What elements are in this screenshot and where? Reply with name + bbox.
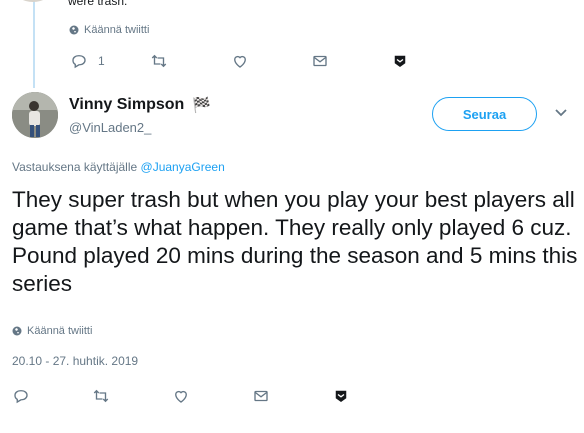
retweet-button[interactable] (92, 387, 172, 405)
retweet-icon (151, 54, 167, 68)
globe-icon (69, 25, 79, 35)
parent-message-button[interactable] (311, 52, 391, 70)
action-bar (12, 387, 350, 405)
follow-button[interactable]: Seuraa (432, 97, 537, 131)
author-name-row[interactable]: Vinny Simpson 🏁 (69, 96, 211, 114)
reply-button[interactable] (12, 387, 92, 405)
reply-target-link[interactable]: @JuanyaGreen (141, 160, 225, 174)
parent-translate-label: Käännä twiitti (84, 24, 150, 36)
translate-link[interactable]: Käännä twiitti (12, 325, 92, 337)
like-button[interactable] (172, 387, 252, 405)
globe-icon (12, 326, 22, 336)
parent-retweet-button[interactable] (150, 52, 231, 70)
parent-action-bar: 1 (70, 52, 409, 70)
share-icon (394, 55, 406, 67)
avatar-image (12, 92, 58, 138)
reply-icon (14, 390, 28, 404)
chevron-down-icon[interactable] (554, 108, 568, 118)
message-icon (313, 55, 327, 67)
avatar[interactable] (12, 92, 58, 138)
checkered-flag-icon: 🏁 (192, 97, 211, 114)
author-name: Vinny Simpson (69, 96, 185, 113)
like-icon (175, 390, 187, 403)
message-button[interactable] (252, 387, 332, 405)
tweet-text: They super trash but when you play your … (12, 187, 578, 296)
timestamp[interactable]: 20.10 - 27. huhtik. 2019 (12, 354, 138, 368)
author-handle[interactable]: @VinLaden2_ (69, 120, 151, 135)
parent-reply-button[interactable]: 1 (70, 52, 150, 70)
parent-tweet-text: were trash. (68, 0, 128, 8)
retweet-icon (93, 389, 109, 403)
parent-translate-link[interactable]: Käännä twiitti (69, 24, 149, 36)
thread-line (33, 0, 35, 88)
translate-label: Käännä twiitti (27, 325, 93, 337)
reply-icon (72, 55, 86, 69)
parent-avatar[interactable] (14, 0, 52, 2)
reply-context: Vastauksena käyttäjälle @JuanyaGreen (12, 160, 225, 174)
parent-reply-count: 1 (98, 54, 105, 68)
share-icon (335, 390, 347, 402)
share-button[interactable] (332, 387, 350, 405)
message-icon (254, 390, 268, 402)
like-icon (234, 55, 246, 68)
parent-like-button[interactable] (231, 52, 311, 70)
parent-share-button[interactable] (391, 52, 409, 70)
reply-prefix: Vastauksena käyttäjälle (12, 160, 138, 174)
